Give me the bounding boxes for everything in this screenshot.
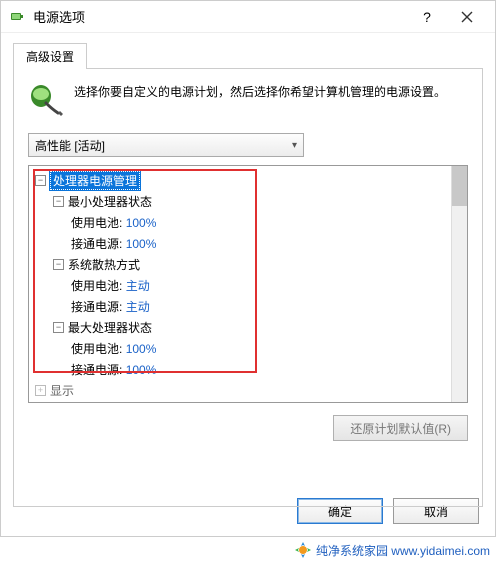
- tree-value-cooling-ac[interactable]: 接通电源 主动: [35, 296, 445, 317]
- tree-value-min-ac[interactable]: 接通电源 100%: [35, 233, 445, 254]
- restore-defaults-button[interactable]: 还原计划默认值(R): [333, 415, 468, 441]
- watermark-text: 纯净系统家园 www.yidaimei.com: [316, 542, 490, 559]
- tree-label: 最大处理器状态: [68, 319, 152, 336]
- tree-label: 显示: [50, 382, 74, 399]
- value-val: 主动: [126, 298, 150, 315]
- titlebar: 电源选项 ?: [1, 1, 495, 33]
- tree-item-cooling[interactable]: − 系统散热方式: [35, 254, 445, 275]
- tab-advanced-settings[interactable]: 高级设置: [13, 43, 87, 69]
- power-options-window: 电源选项 ? 高级设置 选择你要自定义的电源计划，然后选择你希望计算机管理的电源…: [0, 0, 496, 537]
- tree-group-processor[interactable]: − 处理器电源管理: [35, 170, 445, 191]
- value-key: 使用电池: [71, 277, 126, 294]
- tree-value-min-battery[interactable]: 使用电池 100%: [35, 212, 445, 233]
- scrollbar-thumb[interactable]: [452, 166, 467, 206]
- tree-value-max-ac[interactable]: 接通电源 100%: [35, 359, 445, 380]
- collapse-icon[interactable]: −: [53, 322, 64, 333]
- value-val: 100%: [126, 342, 157, 356]
- description-text: 选择你要自定义的电源计划，然后选择你希望计算机管理的电源设置。: [74, 83, 446, 101]
- logo-icon: [294, 541, 312, 559]
- value-key: 使用电池: [71, 340, 126, 357]
- tab-panel: 高级设置 选择你要自定义的电源计划，然后选择你希望计算机管理的电源设置。 高性能…: [13, 43, 483, 507]
- value-val: 100%: [126, 237, 157, 251]
- header-row: 选择你要自定义的电源计划，然后选择你希望计算机管理的电源设置。: [28, 83, 468, 119]
- power-plan-value: 高性能 [活动]: [35, 137, 105, 154]
- tree-value-cooling-battery[interactable]: 使用电池 主动: [35, 275, 445, 296]
- tree-scrollbar[interactable]: [451, 166, 467, 402]
- battery-plug-icon: [28, 83, 64, 119]
- value-key: 接通电源: [71, 361, 126, 378]
- chevron-down-icon: ▾: [292, 140, 297, 151]
- power-plan-select[interactable]: 高性能 [活动] ▾: [28, 133, 304, 157]
- value-val: 主动: [126, 277, 150, 294]
- tree-group-multimedia[interactable]: + "多媒体"设置: [35, 401, 445, 402]
- value-key: 接通电源: [71, 298, 126, 315]
- collapse-icon[interactable]: −: [53, 196, 64, 207]
- expand-icon[interactable]: +: [35, 385, 46, 396]
- collapse-icon[interactable]: −: [35, 175, 46, 186]
- tab-content: 选择你要自定义的电源计划，然后选择你希望计算机管理的电源设置。 高性能 [活动]…: [13, 68, 483, 507]
- close-icon: [461, 11, 473, 23]
- tree-label: 最小处理器状态: [68, 193, 152, 210]
- value-key: 使用电池: [71, 214, 126, 231]
- watermark: 纯净系统家园 www.yidaimei.com: [294, 541, 490, 559]
- tree-label: 系统散热方式: [68, 256, 140, 273]
- value-key: 接通电源: [71, 235, 126, 252]
- tree-value-max-battery[interactable]: 使用电池 100%: [35, 338, 445, 359]
- tree-content: − 处理器电源管理 − 最小处理器状态 使用电池 100% 接通电源 100%: [29, 166, 451, 402]
- value-val: 100%: [126, 363, 157, 377]
- battery-icon: [9, 9, 25, 25]
- tree-item-min-state[interactable]: − 最小处理器状态: [35, 191, 445, 212]
- tree-label: 处理器电源管理: [50, 171, 140, 190]
- tree-group-display[interactable]: + 显示: [35, 380, 445, 401]
- close-button[interactable]: [447, 1, 487, 32]
- window-title: 电源选项: [33, 7, 407, 26]
- restore-row: 还原计划默认值(R): [28, 415, 468, 441]
- help-button[interactable]: ?: [407, 1, 447, 32]
- collapse-icon[interactable]: −: [53, 259, 64, 270]
- settings-tree: − 处理器电源管理 − 最小处理器状态 使用电池 100% 接通电源 100%: [28, 165, 468, 403]
- tree-item-max-state[interactable]: − 最大处理器状态: [35, 317, 445, 338]
- tree-label: "多媒体"设置: [50, 401, 119, 402]
- value-val: 100%: [126, 216, 157, 230]
